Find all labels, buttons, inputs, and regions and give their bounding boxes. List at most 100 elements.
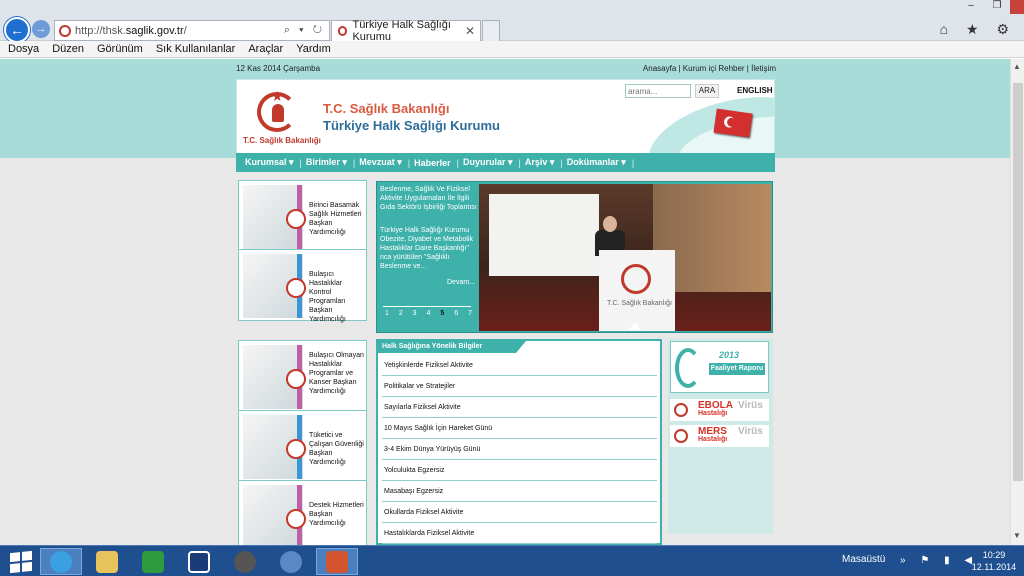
home-favorites-settings-icon[interactable]: ⌂ ★ ⚙ <box>940 21 1016 38</box>
taskbar-help[interactable] <box>178 548 220 575</box>
powerpoint-icon <box>326 550 348 573</box>
report-label: Faaliyet Raporu <box>709 363 765 375</box>
main-navigation: Kurumsal ▾ | Birimler ▾ | Mevzuat ▾ | Ha… <box>236 153 775 172</box>
disease-sub: Hastalığı <box>698 410 728 417</box>
vertical-scrollbar[interactable]: ▲ ▼ <box>1010 59 1024 545</box>
ebola-banner[interactable]: EBOLA Virüs Hastalığı <box>670 399 769 421</box>
system-tray-icon[interactable]: » ⚑ ▮ ◀ <box>900 555 978 566</box>
info-link[interactable]: Yolculukta Egzersiz <box>382 460 657 481</box>
public-health-info-box: Halk Sağlığına Yönelik Bilgiler Yetişkin… <box>376 339 662 545</box>
dept-card-bulasici[interactable]: Bulaşıcı Hastalıklar Kontrol Programları… <box>238 249 367 323</box>
nav-dokumanlar[interactable]: Dokümanlar ▾ <box>567 157 626 168</box>
math-icon <box>280 550 302 573</box>
menu-sik-kullanilanlar[interactable]: Sık Kullanılanlar <box>156 43 236 55</box>
browser-tab[interactable]: Türkiye Halk Sağlığı Kurumu ✕ <box>331 19 481 43</box>
taskbar-store[interactable] <box>132 548 174 575</box>
taskbar-globe[interactable] <box>224 548 266 575</box>
dept-card-tuketici[interactable]: Tüketici ve Çalışan Güvenliği Başkan Yar… <box>238 410 367 482</box>
slider-pagination[interactable]: 1 2 3 4 5 6 7 <box>385 310 476 317</box>
dept-card-bulasici-olmayan[interactable]: Bulaşıcı Olmayan Hastalıklar Programlar … <box>238 340 367 412</box>
help-icon <box>188 550 210 573</box>
forward-button[interactable]: → <box>32 20 50 38</box>
institution-title: Türkiye Halk Sağlığı Kurumu <box>323 118 500 133</box>
slider-more-link[interactable]: Devam... <box>447 279 475 286</box>
menu-duzen[interactable]: Düzen <box>52 43 84 55</box>
menu-araclar[interactable]: Araçlar <box>248 43 283 55</box>
logo-label: T.C. Sağlık Bakanlığı <box>243 136 321 145</box>
nav-haberler[interactable]: Haberler <box>414 158 451 168</box>
ministry-badge-icon <box>286 278 306 298</box>
taskbar-powerpoint[interactable] <box>316 548 358 575</box>
address-bar[interactable]: http://thsk.saglik.gov.tr/ ⌕ ▾ ↻ <box>54 20 330 41</box>
search-input[interactable] <box>625 84 691 98</box>
info-link[interactable]: Okullarda Fiziksel Aktivite <box>382 502 657 523</box>
address-actions-icon[interactable]: ⌕ ▾ ↻ <box>284 24 325 37</box>
clock-time: 10:29 <box>982 550 1006 560</box>
minimize-button[interactable]: – <box>958 0 984 14</box>
scroll-up-icon[interactable]: ▲ <box>1013 62 1021 71</box>
info-link[interactable]: 3-4 Ekim Dünya Yürüyüş Günü <box>382 439 657 460</box>
nav-kurumsal[interactable]: Kurumsal ▾ <box>245 157 294 168</box>
tab-title: Türkiye Halk Sağlığı Kurumu <box>352 19 451 43</box>
close-window-button[interactable]: ✕ <box>1010 0 1024 14</box>
address-url: http://thsk.saglik.gov.tr/ <box>75 24 187 37</box>
english-link[interactable]: ENGLISH <box>737 86 773 95</box>
slider-page-active[interactable]: 5 <box>440 310 448 317</box>
nav-birimler[interactable]: Birimler ▾ <box>306 157 347 168</box>
info-box-title: Halk Sağlığına Yönelik Bilgiler <box>378 341 526 353</box>
taskbar-math[interactable] <box>270 548 312 575</box>
taskbar-clock[interactable]: 10:29 12.11.2014 <box>970 549 1018 573</box>
info-link[interactable]: 10 Mayıs Sağlık İçin Hareket Günü <box>382 418 657 439</box>
slider-page-links[interactable]: 1 2 3 4 <box>385 310 434 317</box>
nav-duyurular[interactable]: Duyurular ▾ <box>463 157 513 168</box>
nav-arsiv[interactable]: Arşiv ▾ <box>525 157 555 168</box>
star-icon: ★ <box>271 88 284 104</box>
nav-mevzuat[interactable]: Mevzuat ▾ <box>359 157 402 168</box>
folder-icon <box>96 550 118 573</box>
tab-close-icon[interactable]: ✕ <box>465 24 475 38</box>
news-photo[interactable]: T.C. Sağlık Bakanlığı <box>479 184 771 331</box>
search-button[interactable]: ARA <box>695 84 719 98</box>
ministry-badge-icon <box>286 209 306 229</box>
maximize-button[interactable]: ❐ <box>984 0 1010 14</box>
site-header: ★ T.C. Sağlık Bakanlığı T.C. Sağlık Baka… <box>236 79 775 156</box>
slider-page-links[interactable]: 6 7 <box>454 310 476 317</box>
info-link[interactable]: Masabaşı Egzersiz <box>382 481 657 502</box>
speaker-head <box>603 216 617 232</box>
clock-date: 12.11.2014 <box>971 562 1017 572</box>
top-links[interactable]: Anasayfa | Kurum içi Rehber | İletişim <box>643 64 776 73</box>
scroll-thumb[interactable] <box>1013 83 1023 481</box>
annual-report-banner[interactable]: 2013 Faaliyet Raporu <box>670 341 769 393</box>
windows-taskbar: Masaüstü » ⚑ ▮ ◀ 10:29 12.11.2014 <box>0 545 1024 576</box>
menu-gorunum[interactable]: Görünüm <box>97 43 143 55</box>
ministry-logo-icon[interactable]: ★ <box>257 88 299 134</box>
scroll-down-icon[interactable]: ▼ <box>1013 531 1021 540</box>
back-button[interactable]: ← <box>4 17 30 43</box>
info-link[interactable]: Politikalar ve Stratejiler <box>382 376 657 397</box>
mers-banner[interactable]: MERS Virüs Hastalığı <box>670 425 769 447</box>
ministry-badge-icon <box>674 403 688 417</box>
taskbar-file-explorer[interactable] <box>86 548 128 575</box>
dept-card-birinci-basamak[interactable]: Birinci Basamak Sağlık Hizmetleri Başkan… <box>238 180 367 252</box>
virus-label: Virüs <box>738 400 763 411</box>
windows-start-icon[interactable] <box>10 550 32 574</box>
nav-separator: | <box>560 157 563 168</box>
slider-headline[interactable]: Beslenme, Sağlık Ve Fiziksel Aktivite Uy… <box>380 185 478 212</box>
dept-label: Tüketici ve Çalışan Güvenliği Başkan Yar… <box>309 432 364 466</box>
window-controls: – ❐ ✕ <box>958 0 1024 14</box>
nav-separator: | <box>299 157 302 168</box>
person-icon <box>272 104 284 122</box>
info-link[interactable]: Hastalıklarda Fiziksel Aktivite <box>382 523 657 544</box>
desktop-label[interactable]: Masaüstü <box>842 554 885 565</box>
right-banners: 2013 Faaliyet Raporu EBOLA Virüs Hastalı… <box>668 339 773 534</box>
podium: T.C. Sağlık Bakanlığı <box>599 250 675 331</box>
taskbar-internet-explorer[interactable] <box>40 548 82 575</box>
info-link[interactable]: Yetişkinlerde Fiziksel Aktivite <box>382 355 657 376</box>
info-link[interactable]: Sayılarla Fiziksel Aktivite <box>382 397 657 418</box>
menu-dosya[interactable]: Dosya <box>8 43 39 55</box>
menu-yardim[interactable]: Yardım <box>296 43 331 55</box>
new-tab-button[interactable] <box>482 20 500 41</box>
dept-card-destek[interactable]: Destek Hizmetleri Başkan Yardımcılığı <box>238 480 367 545</box>
top-info-line: 12 Kas 2014 Çarşamba Anasayfa | Kurum iç… <box>236 64 776 76</box>
internet-explorer-icon <box>50 550 72 573</box>
